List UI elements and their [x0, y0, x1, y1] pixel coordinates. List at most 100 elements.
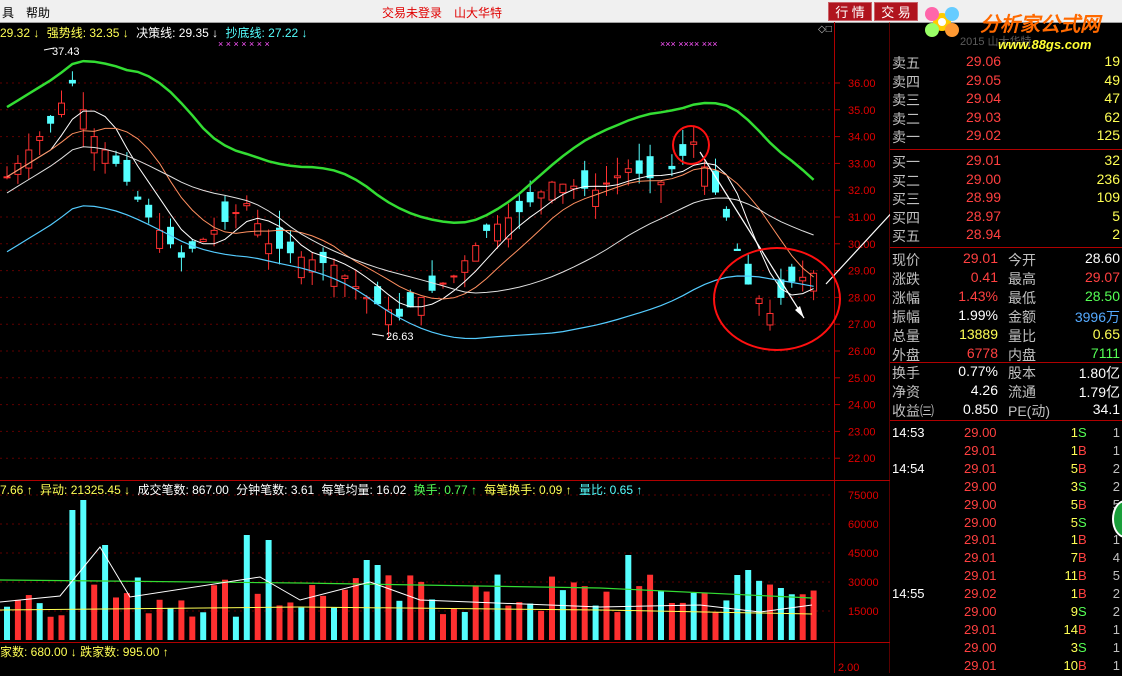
volume-bar [614, 612, 621, 640]
menu-item-tools[interactable]: 具 [2, 4, 14, 21]
volume-bar [483, 591, 490, 640]
menu-item-help[interactable]: 帮助 [26, 4, 50, 21]
volume-bar [363, 560, 370, 640]
price-axis-label: 31.00 [848, 212, 876, 224]
stat-label: 涨跌 [892, 270, 920, 287]
volume-bar [799, 594, 806, 640]
sell-level-row: 卖二 29.03 62 [890, 109, 1122, 127]
tick-side: S [1078, 425, 1087, 440]
trade-login-status[interactable]: 交易未登录 [382, 4, 442, 21]
volume-bar [156, 599, 163, 640]
book-label: 买三 [892, 191, 920, 207]
volume-bar [581, 586, 588, 640]
candle-body [722, 208, 730, 218]
volume-bars [4, 500, 817, 640]
stat-row: 换手 0.77% 股本 1.80亿 [890, 363, 1122, 381]
candle-body [559, 183, 567, 194]
candle-body [156, 229, 164, 249]
buy-level-row: 买四 28.97 5 [890, 208, 1122, 226]
tick-price: 29.01 [964, 621, 997, 637]
tick-volume: 1 [1070, 442, 1078, 458]
book-label: 买一 [892, 154, 920, 170]
tick-row: 29.01 7 B 4 [890, 550, 1122, 568]
tick-side: S [1078, 514, 1087, 530]
volume-bar [58, 615, 65, 640]
book-price: 29.06 [966, 53, 1002, 69]
buy-level-row: 买一 29.01 32 [890, 152, 1122, 170]
volume-bar [723, 600, 730, 640]
candle-body [330, 264, 338, 287]
book-price: 29.03 [966, 108, 1002, 125]
stat-row: 振幅 1.99% 金额 3996万 [890, 307, 1122, 325]
chart-corner-icons[interactable]: ◇□ [818, 24, 832, 35]
tick-price: 29.01 [964, 568, 997, 584]
candle-body [36, 136, 44, 141]
tick-volume: 5 [1070, 460, 1078, 476]
volume-bar [712, 612, 719, 640]
trade-button[interactable]: 交 易 [874, 2, 918, 21]
candle-body [624, 168, 632, 173]
tick-volume: 1 [1070, 425, 1078, 440]
tick-price: 29.00 [964, 425, 997, 440]
per-turnover-label: 每笔换手: 0.09 ↑ [484, 483, 572, 497]
avg-volume-label: 每笔均量: 16.02 [321, 483, 407, 497]
book-volume: 2 [1112, 226, 1120, 242]
tick-row: 14:53 29.00 1 S 1 [890, 425, 1122, 443]
volume-axis-label: 30000 [848, 577, 879, 589]
stat-label: 外盘 [892, 346, 920, 363]
bottom-line [6, 205, 814, 340]
candle-body [123, 159, 131, 182]
stat-value: 1.80亿 [1078, 365, 1120, 382]
volume-bar [418, 581, 425, 640]
tick-side: B [1078, 568, 1087, 584]
candle-body [265, 243, 273, 255]
volume-bar [69, 510, 76, 640]
tick-count: 2 [1112, 478, 1120, 494]
stat-value: 29.07 [1084, 268, 1120, 285]
up-count-label: 家数: 680.00 ↓ [0, 645, 77, 659]
stat-value: 1.43% [958, 287, 998, 304]
volume-bar [276, 605, 283, 640]
stat-label: 收益㈢ [892, 403, 934, 420]
quote-button[interactable]: 行 情 [828, 2, 872, 21]
tick-time: 14:55 [892, 586, 925, 602]
volume-axis-label: 15000 [848, 606, 879, 618]
volume-bar [777, 588, 784, 640]
low-mark: 26.63 [386, 331, 414, 343]
tick-row: 29.01 14 B 1 [890, 622, 1122, 640]
stat-row: 净资 4.26 流通 1.79亿 [890, 382, 1122, 400]
price-axis-label: 36.00 [848, 78, 876, 90]
tick-row: 29.01 1 B 1 [890, 443, 1122, 461]
tick-row: 14:55 29.02 1 B 2 [890, 586, 1122, 604]
volume-bar [352, 578, 359, 640]
candle-body [112, 155, 120, 164]
tick-row: 29.00 3 S 1 [890, 640, 1122, 658]
tick-volume: 10 [1063, 657, 1078, 673]
breadth-axis-label: 2.00 [838, 662, 860, 674]
tick-price: 29.01 [964, 442, 997, 458]
volume-bar [14, 599, 21, 640]
candle-body [537, 191, 545, 199]
tick-time: 14:54 [892, 460, 925, 476]
book-price: 29.01 [966, 152, 1002, 168]
volume-bar [538, 610, 545, 640]
book-price: 29.02 [966, 127, 1002, 143]
candle-body [603, 182, 610, 185]
annotation-circle-bottom [713, 247, 841, 351]
price-axis-label: 34.00 [848, 132, 876, 144]
candle-body [254, 223, 262, 236]
book-price: 29.04 [966, 90, 1002, 106]
tick-count: 4 [1112, 550, 1120, 566]
main-indicator-header: 29.32 ↓ 强势线: 32.35 ↓ 决策线: 29.35 ↓ 抄底线: 2… [0, 24, 312, 40]
volume-bar [331, 607, 337, 640]
volume-axis: 75000 60000 45000 30000 15000 [848, 490, 879, 618]
book-volume: 125 [1096, 127, 1120, 143]
book-label: 买四 [892, 209, 920, 226]
candle-body [319, 251, 327, 264]
candle-body [515, 200, 523, 213]
book-volume: 5 [1112, 207, 1120, 224]
tick-price: 29.00 [964, 514, 997, 530]
volume-bar [570, 582, 577, 640]
tick-side: B [1078, 657, 1087, 673]
stat-row: 涨幅 1.43% 最低 28.50 [890, 288, 1122, 306]
